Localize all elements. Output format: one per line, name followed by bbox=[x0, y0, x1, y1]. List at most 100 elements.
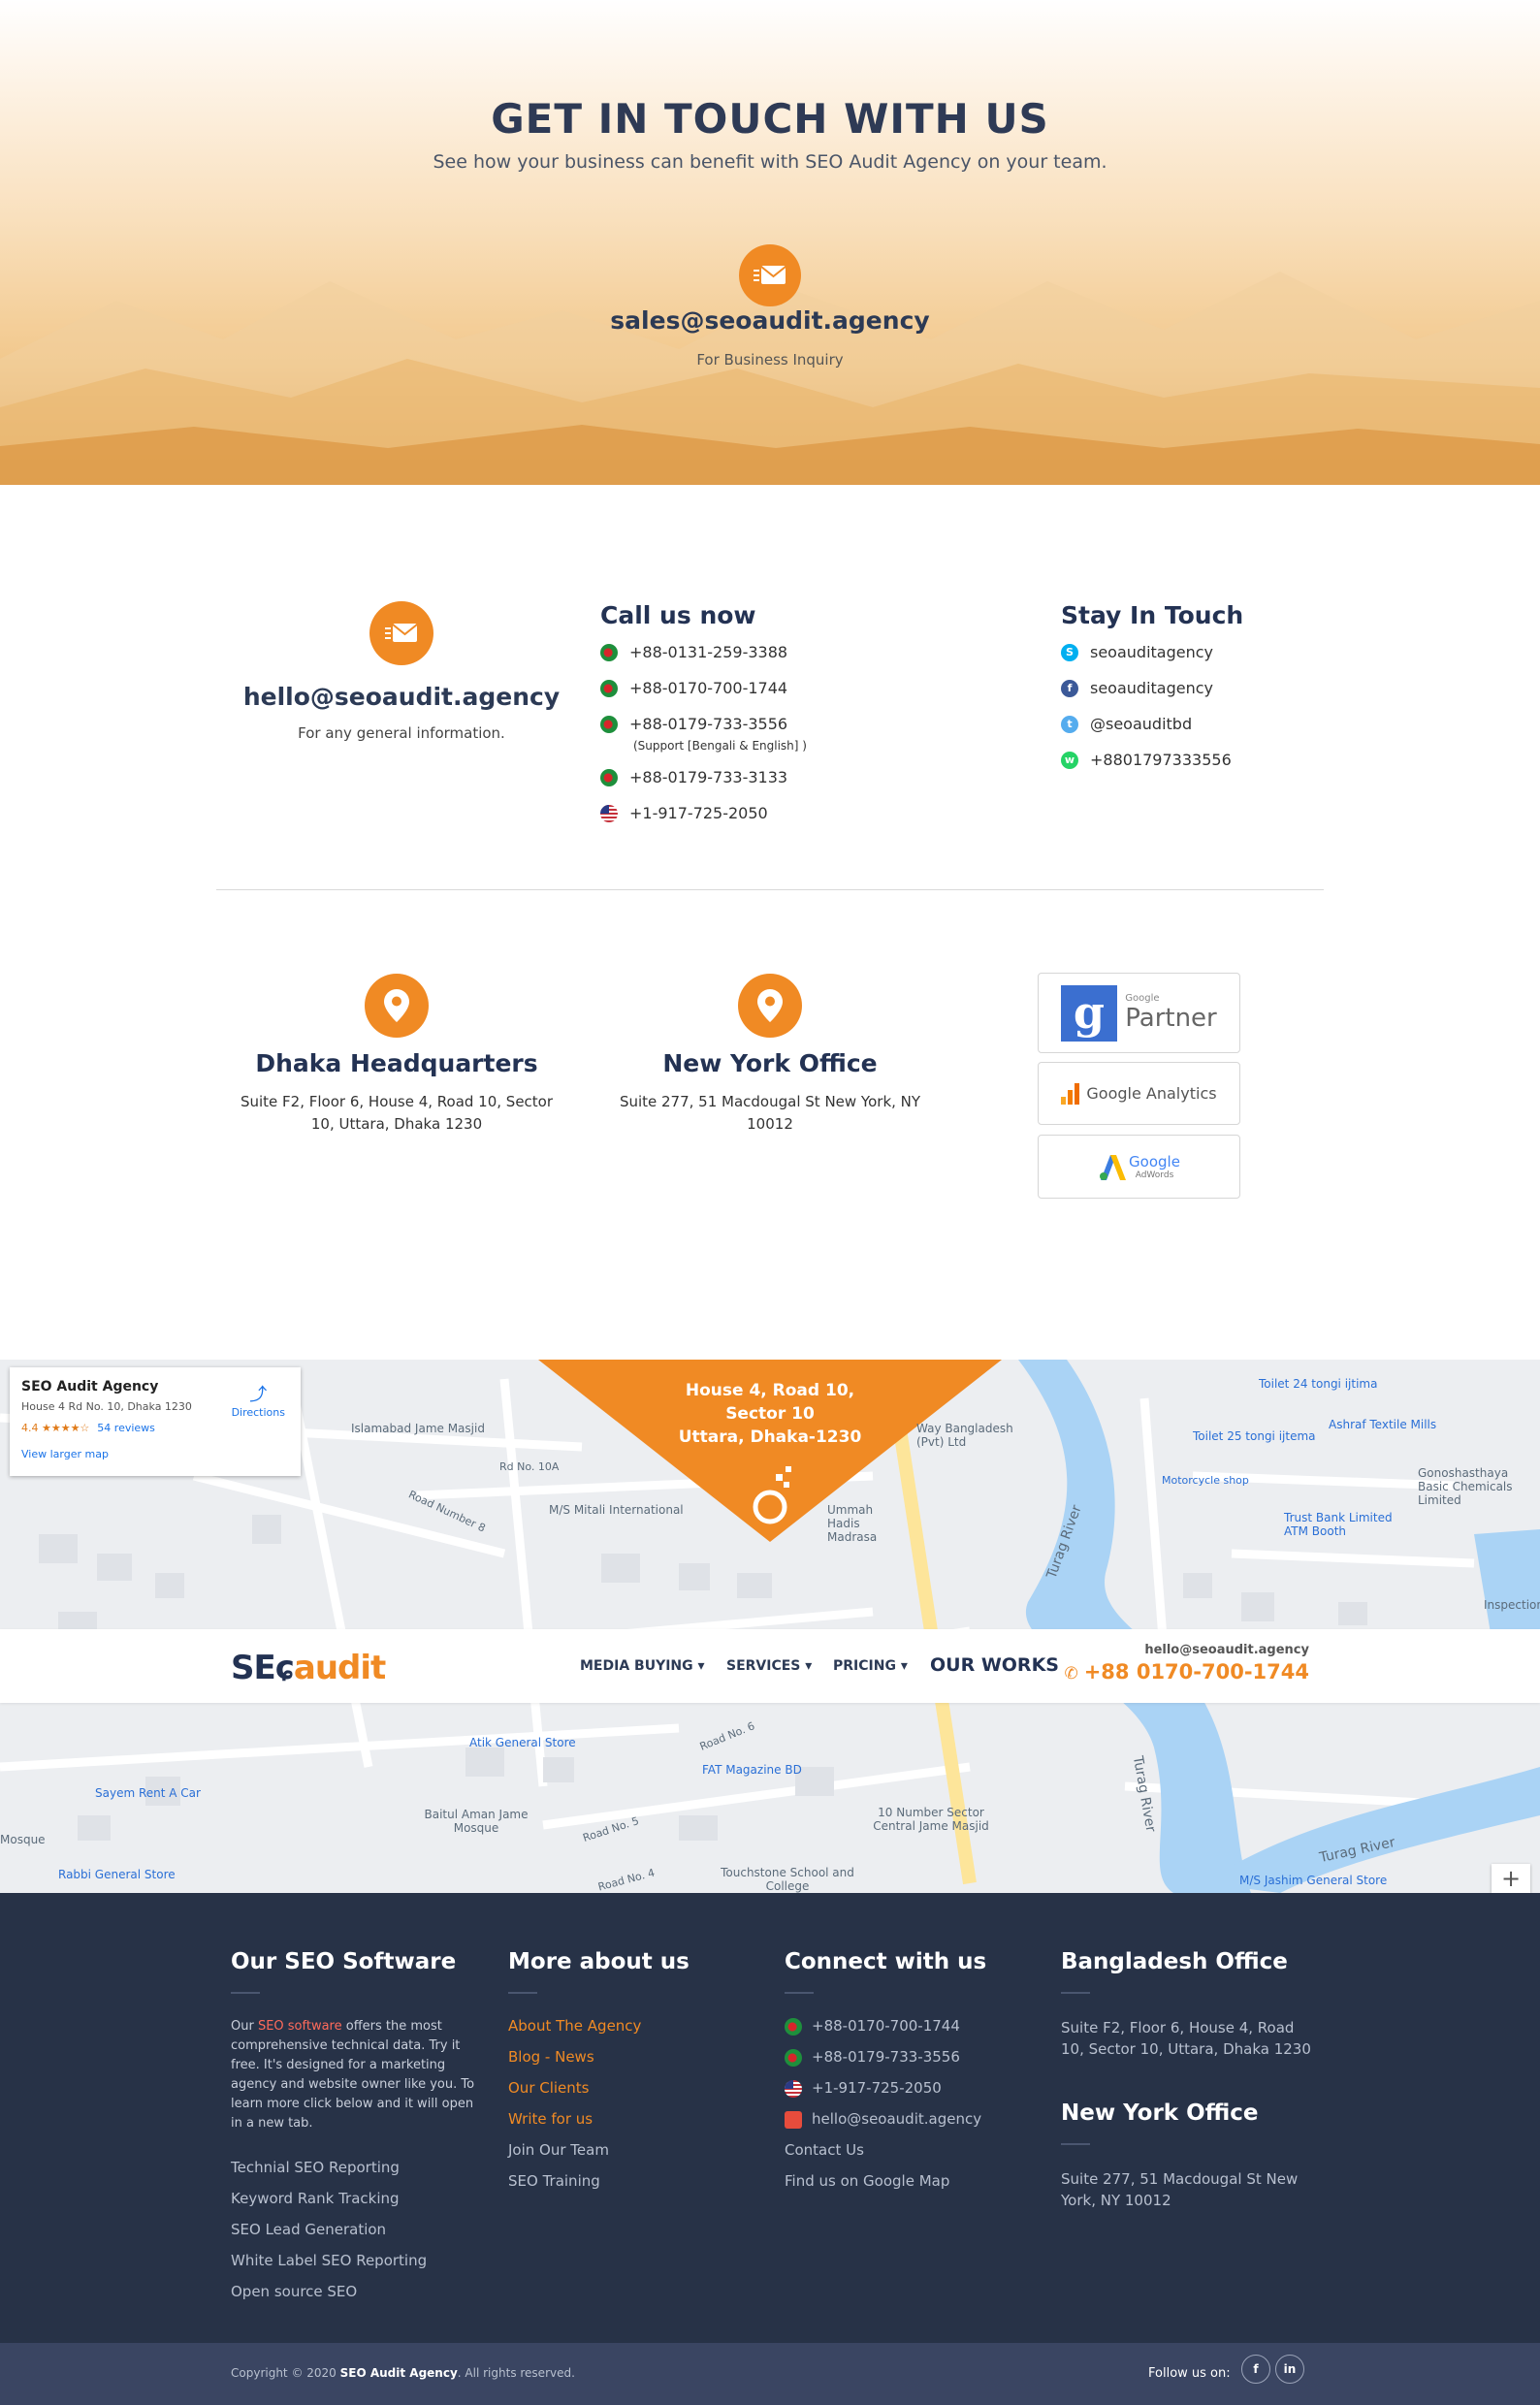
footer-bottom-bar: Copyright © 2020 SEO Audit Agency. All r… bbox=[0, 2343, 1540, 2405]
menu-our-works[interactable]: OUR WORKS bbox=[930, 1654, 1059, 1676]
map-label: M/S Jashim General Store bbox=[1239, 1874, 1388, 1887]
skype-handle: seoauditagency bbox=[1090, 643, 1213, 661]
phone-link[interactable]: +88-0179-733-3133 bbox=[600, 768, 949, 786]
page-title: GET IN TOUCH WITH US bbox=[491, 95, 1049, 143]
stay-in-touch-block: Stay In Touch Sseoauditagency f seoaudita… bbox=[1061, 601, 1352, 769]
copyright: Copyright © 2020 SEO Audit Agency. All r… bbox=[231, 2366, 575, 2380]
phone-link[interactable]: +1-917-725-2050 bbox=[600, 804, 949, 822]
bangladesh-flag-icon bbox=[785, 2017, 802, 2036]
phone-number: +88-0179-733-3556 bbox=[629, 715, 788, 733]
footer-link[interactable]: White Label SEO Reporting bbox=[231, 2252, 478, 2270]
map-label: Ummah Hadis Madrasa bbox=[827, 1503, 878, 1544]
menu-services[interactable]: SERVICES ▾ bbox=[726, 1658, 812, 1674]
zoom-in-button[interactable]: + bbox=[1492, 1864, 1530, 1893]
callout-line: House 4, Road 10, bbox=[685, 1381, 855, 1400]
directions-icon: ⤴ bbox=[249, 1385, 268, 1405]
email-address: hello@seoaudit.agency bbox=[812, 2110, 982, 2128]
map-label: Rabbi General Store bbox=[58, 1868, 176, 1881]
skype-link[interactable]: Sseoauditagency bbox=[1061, 643, 1352, 661]
general-email-link[interactable]: hello@seoaudit.agency bbox=[215, 683, 588, 711]
map-place-card: SEO Audit Agency House 4 Rd No. 10, Dhak… bbox=[10, 1367, 301, 1476]
map-label: 10 Number Sector Central Jame Masjid bbox=[873, 1806, 989, 1833]
google-map-link[interactable]: Find us on Google Map bbox=[785, 2172, 986, 2191]
heading-underline bbox=[1061, 1992, 1090, 1994]
phone-link[interactable]: +88-0170-700-1744 bbox=[600, 679, 949, 697]
support-note: (Support [Bengali & English] ) bbox=[633, 739, 807, 753]
footer-heading: Bangladesh Office bbox=[1061, 1949, 1288, 1974]
heading-underline bbox=[1061, 2143, 1090, 2145]
header-email-link[interactable]: hello@seoaudit.agency bbox=[1144, 1643, 1309, 1657]
header-phone-link[interactable]: ✆ +88 0170-700-1744 bbox=[1065, 1660, 1309, 1684]
call-us-block: Call us now +88-0131-259-3388 +88-0170-7… bbox=[600, 601, 949, 822]
google-partner-logo-icon: g bbox=[1061, 984, 1118, 1042]
footer-link[interactable]: Open source SEO bbox=[231, 2283, 478, 2301]
envelope-icon bbox=[739, 244, 801, 306]
phone-link[interactable]: +88-0179-733-3556 bbox=[600, 715, 949, 733]
footer-phone-link[interactable]: +88-0179-733-3556 bbox=[785, 2048, 986, 2067]
partner-small-text: Google bbox=[1125, 993, 1160, 1004]
phone-link[interactable]: +88-0131-259-3388 bbox=[600, 643, 949, 661]
bangladesh-flag-icon bbox=[600, 715, 618, 733]
mail-icon bbox=[785, 2110, 802, 2129]
whatsapp-link[interactable]: w +8801797333556 bbox=[1061, 751, 1352, 769]
facebook-icon[interactable]: f bbox=[1241, 2355, 1270, 2384]
sticky-header: SEɕaudit MEDIA BUYING ▾ SERVICES ▾ PRICI… bbox=[0, 1629, 1540, 1703]
section-divider bbox=[216, 889, 1324, 890]
linkedin-icon[interactable]: in bbox=[1275, 2355, 1304, 2384]
phone-number: +88-0179-733-3556 bbox=[812, 2048, 960, 2066]
sales-email-link[interactable]: sales@seoaudit.agency bbox=[0, 306, 1540, 335]
analytics-bars-icon bbox=[1061, 1082, 1080, 1105]
twitter-link[interactable]: t @seoauditbd bbox=[1061, 715, 1352, 733]
phone-number: +88-0170-700-1744 bbox=[629, 679, 788, 697]
logo-text: SE bbox=[231, 1649, 276, 1687]
footer-phone-link[interactable]: +1-917-725-2050 bbox=[785, 2079, 986, 2098]
seo-software-link[interactable]: SEO software bbox=[258, 2019, 342, 2034]
footer-link[interactable]: Technial SEO Reporting bbox=[231, 2159, 478, 2177]
footer-link[interactable]: Keyword Rank Tracking bbox=[231, 2190, 478, 2208]
footer-email-link[interactable]: hello@seoaudit.agency bbox=[785, 2110, 986, 2129]
reviews-link[interactable]: 54 reviews bbox=[97, 1422, 155, 1434]
map-label: Mosque bbox=[0, 1833, 46, 1846]
map-label: Ashraf Textile Mills bbox=[1329, 1418, 1437, 1431]
callout-line: Sector 10 bbox=[725, 1404, 815, 1424]
text: . All rights reserved. bbox=[457, 2366, 575, 2380]
place-rating: 4.4 ★★★★☆ 54 reviews bbox=[21, 1421, 289, 1434]
phone-number: +88-0170-700-1744 bbox=[812, 2017, 960, 2035]
view-larger-map-link[interactable]: View larger map bbox=[21, 1448, 289, 1460]
dhaka-office-block: Dhaka Headquarters Suite F2, Floor 6, Ho… bbox=[232, 974, 561, 1136]
usa-flag-icon bbox=[785, 2079, 802, 2098]
footer-phone-link[interactable]: +88-0170-700-1744 bbox=[785, 2017, 986, 2036]
facebook-icon: f bbox=[1061, 679, 1078, 697]
menu-pricing[interactable]: PRICING ▾ bbox=[833, 1658, 908, 1674]
call-us-heading: Call us now bbox=[600, 601, 756, 629]
footer-link[interactable]: SEO Training bbox=[508, 2172, 690, 2191]
rating-stars: 4.4 ★★★★☆ bbox=[21, 1422, 90, 1434]
menu-media-buying[interactable]: MEDIA BUYING ▾ bbox=[580, 1658, 705, 1674]
location-pin-icon bbox=[738, 974, 802, 1038]
newyork-office-title: New York Office bbox=[662, 1049, 878, 1077]
facebook-link[interactable]: f seoauditagency bbox=[1061, 679, 1352, 697]
bangladesh-flag-icon bbox=[600, 679, 618, 697]
ny-office-address: Suite 277, 51 Macdougal St New York, NY … bbox=[1061, 2170, 1299, 2209]
footer-link[interactable]: Join Our Team bbox=[508, 2141, 690, 2160]
phone-number: +1-917-725-2050 bbox=[812, 2079, 942, 2097]
analytics-text: Google Analytics bbox=[1086, 1084, 1217, 1103]
footer-link[interactable]: Blog - News bbox=[508, 2048, 690, 2067]
software-description: Our SEO software offers the most compreh… bbox=[231, 2017, 478, 2133]
google-map[interactable]: House 4, Road 10, Sector 10 Uttara, Dhak… bbox=[0, 1360, 1540, 1893]
contact-us-link[interactable]: Contact Us bbox=[785, 2141, 986, 2160]
text: Our bbox=[231, 2019, 258, 2034]
footer-link[interactable]: Our Clients bbox=[508, 2079, 690, 2098]
hero-section: GET IN TOUCH WITH US See how your busine… bbox=[0, 0, 1540, 485]
footer-heading: Connect with us bbox=[785, 1949, 987, 1974]
bangladesh-flag-icon bbox=[600, 768, 618, 786]
map-label: Baitul Aman Jame Mosque bbox=[424, 1808, 529, 1835]
footer-link[interactable]: About The Agency bbox=[508, 2017, 690, 2036]
seoaudit-logo[interactable]: SEɕaudit bbox=[231, 1649, 386, 1687]
footer-link[interactable]: SEO Lead Generation bbox=[231, 2221, 478, 2239]
footer-link[interactable]: Write for us bbox=[508, 2110, 690, 2129]
directions-button[interactable]: ⤴ Directions bbox=[232, 1381, 285, 1419]
phone-number: +88-0179-733-3133 bbox=[629, 768, 788, 786]
map-label: Inspection for bbox=[1484, 1598, 1540, 1612]
twitter-handle: @seoauditbd bbox=[1090, 715, 1193, 733]
